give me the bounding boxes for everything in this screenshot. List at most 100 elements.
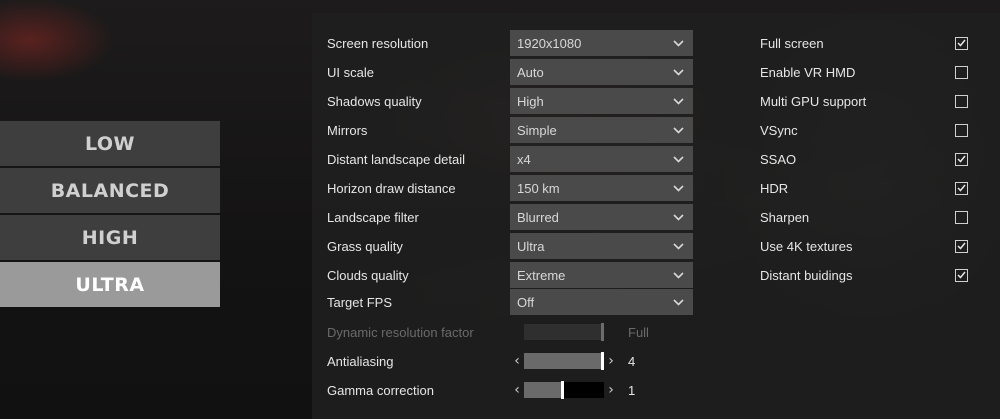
slider-thumb[interactable] [601, 352, 604, 370]
setting-label: Horizon draw distance [327, 180, 456, 196]
vsync-checkbox[interactable] [955, 123, 968, 137]
checkmark-icon [957, 155, 966, 163]
setting-row-shadows-quality: Shadows quality High [327, 88, 707, 114]
setting-label: Distant landscape detail [327, 151, 466, 167]
checkmark-icon [957, 39, 966, 47]
dynamic-resolution-slider: ‹ › Full [510, 323, 649, 341]
gamma-slider: ‹ › 1 [510, 381, 636, 399]
slider-track[interactable] [524, 352, 604, 370]
checkbox-label: SSAO [760, 151, 797, 167]
select-value: 1920x1080 [517, 35, 582, 51]
mirrors-select[interactable]: Simple [510, 117, 693, 143]
checkmark-icon [957, 242, 966, 250]
ui-scale-select[interactable]: Auto [510, 59, 693, 85]
preset-balanced-button[interactable]: BALANCED [0, 168, 220, 213]
preset-high-button[interactable]: HIGH [0, 215, 220, 260]
setting-row-clouds-quality: Clouds quality Extreme [327, 262, 707, 288]
slider-value: Full [628, 324, 649, 340]
setting-row-dynamic-resolution: Dynamic resolution factor ‹ › Full [327, 319, 707, 345]
slider-thumb[interactable] [561, 381, 564, 399]
checkmark-icon [957, 184, 966, 192]
chevron-left-icon[interactable]: ‹ [510, 382, 524, 398]
multi-gpu-support-checkbox[interactable] [955, 94, 968, 108]
setting-row-mirrors: Mirrors Simple [327, 117, 707, 143]
preset-list: LOW BALANCED HIGH ULTRA [0, 121, 220, 309]
setting-label: Dynamic resolution factor [327, 324, 474, 340]
horizon-draw-distance-select[interactable]: 150 km [510, 175, 693, 201]
select-value: Off [517, 294, 535, 310]
setting-row-antialiasing: Antialiasing ‹ › 4 [327, 348, 707, 374]
enable-vr-hmd-checkbox[interactable] [955, 65, 968, 79]
slider-value: 1 [628, 382, 636, 398]
select-value: High [517, 93, 544, 109]
checkbox-label: Use 4K textures [760, 238, 853, 254]
setting-label: Grass quality [327, 238, 403, 254]
checkbox-row-use-4k-textures: Use 4K textures [760, 233, 968, 259]
checkbox-row-multi-gpu-support: Multi GPU support [760, 88, 968, 114]
distant-landscape-detail-select[interactable]: x4 [510, 146, 693, 172]
slider-fill [524, 324, 603, 340]
distant-buildings-checkbox[interactable] [955, 268, 968, 282]
checkbox-row-sharpen: Sharpen [760, 204, 968, 230]
checkbox-row-distant-buildings: Distant buidings [760, 262, 968, 288]
checkbox-row-full-screen: Full screen [760, 30, 968, 56]
chevron-down-icon [672, 95, 684, 107]
setting-label: Antialiasing [327, 353, 394, 369]
setting-label: Gamma correction [327, 382, 434, 398]
checkbox-label: Sharpen [760, 209, 810, 225]
checkbox-label: HDR [760, 180, 789, 196]
setting-label: Screen resolution [327, 35, 429, 51]
setting-label: Target FPS [327, 294, 393, 310]
screen-resolution-select[interactable]: 1920x1080 [510, 30, 693, 56]
setting-label: Mirrors [327, 122, 368, 138]
select-value: Simple [517, 122, 557, 138]
select-value: x4 [517, 151, 531, 167]
chevron-down-icon [672, 296, 684, 308]
shadows-quality-select[interactable]: High [510, 88, 693, 114]
setting-row-target-fps: Target FPS Off [327, 289, 707, 315]
setting-label: Landscape filter [327, 209, 419, 225]
grass-quality-select[interactable]: Ultra [510, 233, 693, 259]
slider-thumb [601, 323, 604, 341]
checkmark-icon [957, 271, 966, 279]
slider-value: 4 [628, 353, 636, 369]
chevron-down-icon [672, 182, 684, 194]
chevron-left-icon[interactable]: ‹ [510, 353, 524, 369]
checkbox-label: Full screen [760, 35, 824, 51]
preset-ultra-button[interactable]: ULTRA [0, 262, 220, 307]
ssao-checkbox[interactable] [955, 152, 968, 166]
hdr-checkbox[interactable] [955, 181, 968, 195]
sharpen-checkbox[interactable] [955, 210, 968, 224]
chevron-down-icon [672, 269, 684, 281]
settings-panel: Screen resolution 1920x1080 UI scale Aut… [312, 13, 1000, 419]
setting-label: UI scale [327, 64, 374, 80]
chevron-down-icon [672, 124, 684, 136]
slider-fill [524, 382, 563, 398]
setting-row-gamma-correction: Gamma correction ‹ › 1 [327, 377, 707, 403]
chevron-down-icon [672, 240, 684, 252]
landscape-filter-select[interactable]: Blurred [510, 204, 693, 230]
select-value: Extreme [517, 267, 566, 283]
setting-row-ui-scale: UI scale Auto [327, 59, 707, 85]
setting-row-horizon-draw-distance: Horizon draw distance 150 km [327, 175, 707, 201]
chevron-right-icon[interactable]: › [604, 353, 618, 369]
preset-low-button[interactable]: LOW [0, 121, 220, 166]
target-fps-select[interactable]: Off [510, 289, 693, 315]
checkbox-row-enable-vr-hmd: Enable VR HMD [760, 59, 968, 85]
clouds-quality-select[interactable]: Extreme [510, 262, 693, 288]
setting-row-landscape-filter: Landscape filter Blurred [327, 204, 707, 230]
antialiasing-slider: ‹ › 4 [510, 352, 636, 370]
setting-label: Clouds quality [327, 267, 409, 283]
setting-row-distant-landscape-detail: Distant landscape detail x4 [327, 146, 707, 172]
full-screen-checkbox[interactable] [955, 36, 968, 50]
slider-track[interactable] [524, 381, 604, 399]
chevron-right-icon[interactable]: › [604, 382, 618, 398]
checkbox-label: Distant buidings [760, 267, 853, 283]
setting-row-grass-quality: Grass quality Ultra [327, 233, 707, 259]
checkbox-label: Multi GPU support [760, 93, 867, 109]
chevron-down-icon [672, 37, 684, 49]
checkbox-label: Enable VR HMD [760, 64, 856, 80]
select-value: Ultra [517, 238, 545, 254]
use-4k-textures-checkbox[interactable] [955, 239, 968, 253]
checkbox-row-hdr: HDR [760, 175, 968, 201]
